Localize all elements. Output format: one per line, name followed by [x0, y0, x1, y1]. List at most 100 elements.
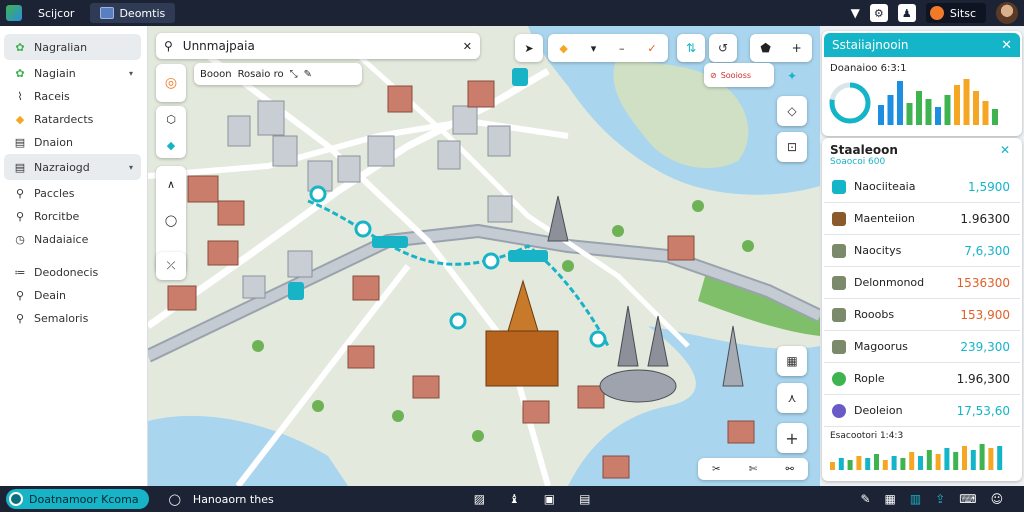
tab-deomtis[interactable]: Deomtis — [90, 3, 176, 23]
leaf-icon: ✿ — [15, 67, 25, 80]
expand-icon[interactable]: ⤡ — [290, 69, 298, 80]
fill-icon[interactable]: ◆ — [559, 42, 567, 55]
layer-icon[interactable]: ◆ — [167, 139, 175, 152]
rotate-icon[interactable]: ↺ — [709, 34, 737, 62]
sidebar-item-label: Nagralian — [34, 40, 88, 54]
avatar[interactable] — [996, 2, 1018, 24]
brush-icon[interactable]: ✓ — [647, 42, 656, 55]
sidebar-item-deodonecis[interactable]: ≔ Deodonecis — [4, 261, 141, 284]
zoom-in-icon[interactable]: + — [777, 423, 807, 453]
translate-icon[interactable]: ⌨ — [959, 492, 976, 506]
clipboard-icon[interactable]: ▦ — [777, 346, 807, 376]
bottom-chart-bar — [935, 454, 941, 470]
tab-label: Deomtis — [119, 6, 166, 20]
share-icon[interactable]: ⇪ — [935, 492, 945, 506]
sidebar-item-nazraiogd[interactable]: ▤ Nazraiogd ▾ — [4, 154, 141, 180]
list-item[interactable]: Rooobs 153,900 — [824, 299, 1020, 331]
target-icon[interactable]: ◎ — [165, 75, 177, 91]
bottom-chart-bar — [830, 462, 835, 470]
sidebar-item-paccles[interactable]: ⚲ Paccles — [4, 182, 141, 205]
search-bar[interactable]: ⚲ Unnmajpaia ✕ — [156, 33, 480, 59]
close-icon[interactable]: ✕ — [1000, 143, 1010, 157]
close-icon[interactable]: ✕ — [1001, 38, 1012, 53]
sidebar-item-label: Dnaion — [34, 136, 73, 149]
poi-badge[interactable]: ⊘ Sooioss — [704, 63, 774, 87]
route-tool-icon[interactable]: ⋏ — [777, 383, 807, 413]
bookmark-icon[interactable]: ⊡ — [777, 132, 807, 162]
sidebar-item-dnaion[interactable]: ▤ Dnaion — [4, 131, 141, 154]
lasso-icon[interactable]: ◯ — [165, 214, 177, 227]
scissor-icon[interactable]: ✂ — [712, 464, 720, 475]
list-item-value: 17,53,60 — [956, 403, 1010, 418]
minus-icon[interactable]: – — [619, 42, 625, 55]
bottom-chart-bar — [944, 448, 950, 470]
bottom-primary-button[interactable]: Doatnamoor Kcoma — [6, 489, 149, 509]
image-icon[interactable]: ▦ — [885, 492, 896, 506]
bottom-chart-bar — [909, 452, 915, 470]
stats-bar — [944, 95, 951, 125]
route-icon: ⌇ — [17, 90, 23, 103]
list-item-value: 1.96,300 — [956, 371, 1010, 386]
user-pill[interactable]: Sitsc — [925, 3, 986, 23]
edit-icon[interactable]: ✎ — [860, 492, 870, 506]
list-item[interactable]: Maenteiion 1.96300 — [824, 203, 1020, 235]
people-icon[interactable]: ♝ — [509, 492, 520, 506]
grid-icon[interactable]: ▣ — [544, 492, 555, 506]
link-icon[interactable]: ⚯ — [785, 464, 793, 475]
sidebar-item-ratardects[interactable]: ◆ Ratardects — [4, 108, 141, 131]
list-item[interactable]: Magoorus 239,300 — [824, 331, 1020, 363]
badge-label: Sooioss — [720, 70, 752, 80]
list-item[interactable]: Naocitys 7,6,300 — [824, 235, 1020, 267]
document-icon[interactable]: ▨ — [474, 492, 485, 506]
cursor-icon[interactable]: ➤ — [524, 42, 533, 55]
sidebar-item-nagiain[interactable]: ✿ Nagiain ▾ — [4, 62, 141, 85]
palette-icon: ◆ — [15, 113, 25, 126]
shield-icon[interactable]: ⬟ — [760, 41, 770, 55]
trophy-icon[interactable]: ▼ — [851, 6, 860, 20]
sidebar-item-rorcitbe[interactable]: ⚲ Rorcitbe — [4, 205, 141, 228]
list-item-label: Rople — [854, 372, 885, 385]
sidebar-item-semaloris[interactable]: ⚲ Semaloris — [4, 307, 141, 330]
list-item[interactable]: Naociiteaia 1,5900 — [824, 171, 1020, 203]
button-label: Doatnamoor Kcoma — [29, 492, 139, 506]
notification-icon[interactable]: ♟ — [897, 4, 916, 22]
bottom-chart-bar — [988, 448, 994, 470]
bottom-chart-bar — [847, 460, 853, 470]
stats-card-title: Sstaiiajnooin — [832, 38, 909, 52]
pen-icon[interactable]: ✎ — [304, 69, 312, 80]
compass-icon[interactable]: ⇅ — [677, 34, 705, 62]
up-icon[interactable]: ∧ — [167, 178, 175, 191]
map-thumb-icon — [832, 243, 846, 258]
file-icon[interactable]: ▤ — [579, 492, 590, 506]
locate-icon[interactable]: ◇ — [777, 96, 807, 126]
cut-icon[interactable]: ✄ — [749, 464, 757, 475]
chart-icon[interactable]: ▥ — [910, 492, 921, 506]
sidebar-item-raceis[interactable]: ⌇ Raceis — [4, 85, 141, 108]
chip-booon[interactable]: Booon — [200, 69, 232, 80]
chip-rosaio[interactable]: Rosaio ro — [238, 69, 284, 80]
close-icon[interactable]: ✕ — [463, 40, 472, 53]
top-bar: Scijcor Deomtis ▼ ⚙ ♟ Sitsc — [0, 0, 1024, 26]
sidebar-item-nagralian[interactable]: ✿ Nagralian — [4, 34, 141, 60]
shrink-icon[interactable]: ⤫ — [167, 259, 176, 273]
chevron-down-icon[interactable]: ▾ — [129, 163, 133, 172]
list-item-value: 1.96300 — [960, 211, 1010, 226]
map-canvas[interactable]: ⚲ Unnmajpaia ✕ Booon Rosaio ro ⤡ ✎ ➤ ◆ ▾… — [148, 26, 820, 486]
shield-icon[interactable]: ⬡ — [166, 113, 176, 126]
sidebar-item-deain[interactable]: ⚲ Deain — [4, 284, 141, 307]
list-item-label: Rooobs — [854, 308, 895, 321]
user-icon[interactable]: ☺ — [991, 492, 1004, 506]
sidebar-item-nadaiaice[interactable]: ◷ Nadaiaice — [4, 228, 141, 251]
list-item[interactable]: Deoleion 17,53,60 — [824, 395, 1020, 427]
list-item[interactable]: Rople 1.96,300 — [824, 363, 1020, 395]
list-item[interactable]: Delonmonod 1536300 — [824, 267, 1020, 299]
plus-icon[interactable]: + — [792, 41, 802, 55]
pin-icon: ⚲ — [15, 289, 25, 302]
search-input[interactable]: Unnmajpaia — [183, 39, 255, 53]
star-icon[interactable]: ✦ — [778, 62, 806, 90]
chevron-down-icon[interactable]: ▾ — [129, 69, 133, 78]
bottom-chart-bar — [865, 458, 871, 470]
tab-scijcor[interactable]: Scijcor — [28, 3, 84, 23]
layers-icon[interactable]: ▾ — [591, 42, 597, 55]
settings-icon[interactable]: ⚙ — [869, 4, 888, 22]
